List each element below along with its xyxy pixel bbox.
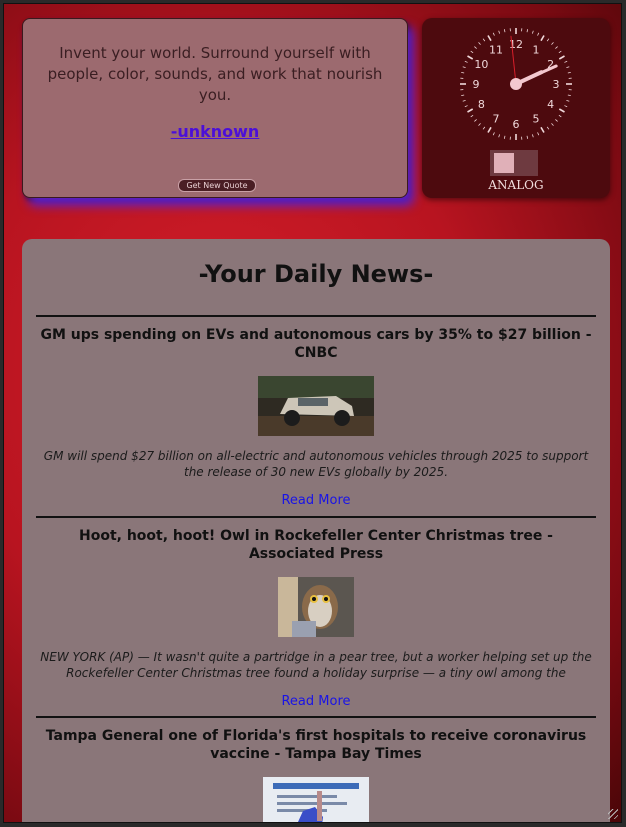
- clock-tick: [478, 123, 481, 126]
- clock-tick: [531, 134, 534, 138]
- clock-tick: [537, 132, 540, 136]
- toggle-knob[interactable]: [494, 153, 514, 173]
- clock-tick: [474, 119, 477, 122]
- clock-tick: [566, 99, 570, 102]
- article-description: NEW YORK (AP) — It wasn't quite a partri…: [40, 650, 592, 680]
- clock-tick: [564, 105, 568, 108]
- clock-tick: [558, 108, 565, 113]
- clock-mode-label: ANALOG: [488, 178, 544, 192]
- clock-tick: [470, 50, 474, 54]
- analog-clock: 12 1234567891011: [460, 28, 572, 140]
- article-divider: [36, 716, 596, 718]
- clock-tick: [492, 32, 495, 36]
- clock-tick: [540, 126, 545, 133]
- clock-tick: [526, 135, 529, 139]
- clock-tick: [540, 35, 545, 42]
- clock-tick: [564, 60, 568, 63]
- clock-tick: [461, 71, 465, 74]
- clock-tick: [461, 94, 465, 97]
- quote-card: Invent your world. Surround yourself wit…: [22, 18, 408, 198]
- clock-tick: [531, 30, 534, 34]
- clock-tick: [487, 35, 492, 42]
- news-article: Tampa General one of Florida's first hos…: [36, 716, 596, 823]
- clock-number: 9: [473, 78, 480, 91]
- clock-number: 6: [513, 118, 520, 131]
- article-title: Hoot, hoot, hoot! Owl in Rockefeller Cen…: [79, 528, 553, 562]
- article-divider: [36, 315, 596, 317]
- clock-tick: [482, 38, 486, 42]
- news-heading: -Your Daily News-: [198, 260, 434, 288]
- article-description: GM will spend $27 billion on all-electri…: [43, 449, 589, 479]
- clock-mode-toggle[interactable]: [490, 150, 538, 176]
- clock-tick: [478, 42, 481, 45]
- quote-author-link[interactable]: -unknown: [23, 122, 407, 141]
- clock-tick: [498, 30, 501, 34]
- clock-number: 8: [478, 98, 485, 111]
- article-title: Tampa General one of Florida's first hos…: [45, 728, 587, 762]
- clock-tick: [546, 38, 550, 42]
- clock-tick: [567, 94, 571, 97]
- article-image-owl[interactable]: [278, 577, 354, 637]
- clock-tick: [467, 108, 474, 113]
- article-divider: [36, 516, 596, 518]
- clock-tick: [470, 114, 474, 118]
- article-image-truck[interactable]: [258, 376, 374, 436]
- clock-number: 5: [533, 113, 540, 126]
- read-more-link[interactable]: Read More: [36, 493, 596, 508]
- clock-card: 12 1 2 3 4 5 6 7 8 9 10 11 ANALOG: [422, 18, 610, 198]
- clock-tick: [464, 60, 468, 63]
- clock-tick: [555, 46, 558, 49]
- clock-tick: [462, 99, 466, 102]
- clock-tick: [492, 132, 495, 136]
- clock-tick: [551, 123, 554, 126]
- clock-number: 7: [493, 113, 500, 126]
- clock-tick: [555, 119, 558, 122]
- quote-text: Invent your world. Surround yourself wit…: [47, 44, 383, 104]
- clock-tick: [566, 66, 570, 69]
- news-card: -Your Daily News- GM ups spending on EVs…: [22, 239, 610, 823]
- clock-tick: [558, 55, 565, 60]
- clock-number: 1: [533, 43, 540, 56]
- read-more-link[interactable]: Read More: [36, 694, 596, 709]
- clock-tick: [467, 55, 474, 60]
- clock-tick: [464, 105, 468, 108]
- clock-tick: [551, 42, 554, 45]
- clock-tick: [503, 29, 506, 33]
- article-title: GM ups spending on EVs and autonomous ca…: [40, 327, 592, 361]
- clock-tick: [462, 66, 466, 69]
- clock-tick: [546, 126, 550, 130]
- get-new-quote-button[interactable]: Get New Quote: [178, 179, 256, 192]
- clock-tick: [487, 126, 492, 133]
- clock-tick: [558, 50, 562, 54]
- clock-number: 10: [474, 58, 488, 71]
- clock-number: 4: [547, 98, 554, 111]
- clock-tick: [474, 46, 477, 49]
- news-article: GM ups spending on EVs and autonomous ca…: [36, 315, 596, 508]
- clock-number: 3: [553, 78, 560, 91]
- clock-tick: [558, 114, 562, 118]
- clock-tick: [503, 135, 506, 139]
- clock-tick: [526, 29, 529, 33]
- clock-tick: [482, 126, 486, 130]
- clock-number: 11: [489, 43, 503, 56]
- clock-minute-hand: [514, 64, 558, 86]
- clock-center: [510, 78, 522, 90]
- clock-tick: [498, 134, 501, 138]
- clock-tick: [537, 32, 540, 36]
- app-window: Invent your world. Surround yourself wit…: [3, 3, 622, 823]
- resize-handle[interactable]: [608, 809, 618, 819]
- news-article: Hoot, hoot, hoot! Owl in Rockefeller Cen…: [36, 516, 596, 709]
- clock-tick: [567, 71, 571, 74]
- article-image-vaccine[interactable]: [263, 777, 369, 823]
